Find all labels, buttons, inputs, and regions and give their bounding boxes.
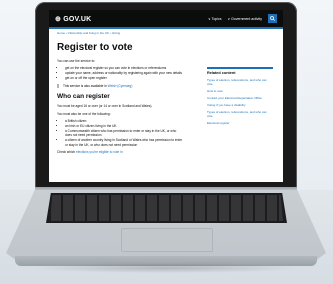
keyboard-keys [50, 195, 283, 221]
related-link[interactable]: Voting if you have a disability [207, 103, 273, 107]
related-link[interactable]: Contact your Electoral Registration Offi… [207, 96, 273, 100]
laptop-scene: ⊕ GOV.UK ∨ Topics ∨ Government activity … [0, 0, 333, 284]
main-content: Home › Citizenship and living in the UK … [49, 29, 283, 160]
who-intro: You must be aged 16 or over (or 14 or ov… [57, 104, 153, 109]
laptop-screen: ⊕ GOV.UK ∨ Topics ∨ Government activity … [49, 10, 283, 182]
related-link[interactable]: Types of election, referendums, and who … [207, 110, 273, 118]
nav-topics[interactable]: ∨ Topics [208, 17, 221, 21]
search-icon [270, 16, 275, 21]
related-link[interactable]: How to vote [207, 89, 273, 93]
inset-text: This service is also available in Welsh … [57, 84, 183, 89]
eligibility-link[interactable]: elections you're eligible to vote in [76, 150, 123, 154]
related-link[interactable]: Types of election, referendums, and who … [207, 78, 273, 86]
list-item: get on or off the open register [65, 76, 183, 81]
welsh-link[interactable]: Welsh (Cymraeg) [108, 84, 133, 88]
related-title: Related content [207, 71, 236, 75]
page-title: Register to vote [57, 42, 133, 53]
intro-text: You can use the service to: [57, 59, 96, 63]
nav-government-activity[interactable]: ∨ Government activity [228, 17, 262, 21]
eligibility-list: a British citizen an Irish or EU citizen… [65, 119, 183, 147]
header-nav: ∨ Topics ∨ Government activity [208, 14, 277, 23]
inset-label: This service is also available in [63, 84, 107, 89]
trackpad [121, 228, 213, 252]
breadcrumb[interactable]: Home › Citizenship and living in the UK … [57, 31, 275, 35]
check-eligibility: Check which elections you're eligible to… [57, 150, 185, 154]
list-item: a Commonwealth citizen who has permissio… [65, 129, 183, 138]
related-content: Related content Types of election, refer… [207, 67, 273, 128]
list-item: a citizen of another country living in S… [65, 138, 183, 147]
who-intro-2: You must also be one of the following: [57, 111, 111, 116]
laptop-shadow [30, 263, 302, 273]
govuk-header: ⊕ GOV.UK ∨ Topics ∨ Government activity [49, 10, 283, 27]
related-link[interactable]: Electoral register [207, 121, 273, 125]
govuk-logo[interactable]: ⊕ GOV.UK [55, 15, 91, 23]
check-text: Check which [57, 150, 76, 155]
search-button[interactable] [268, 14, 277, 23]
uses-list: get on the electoral register so you can… [65, 66, 183, 80]
